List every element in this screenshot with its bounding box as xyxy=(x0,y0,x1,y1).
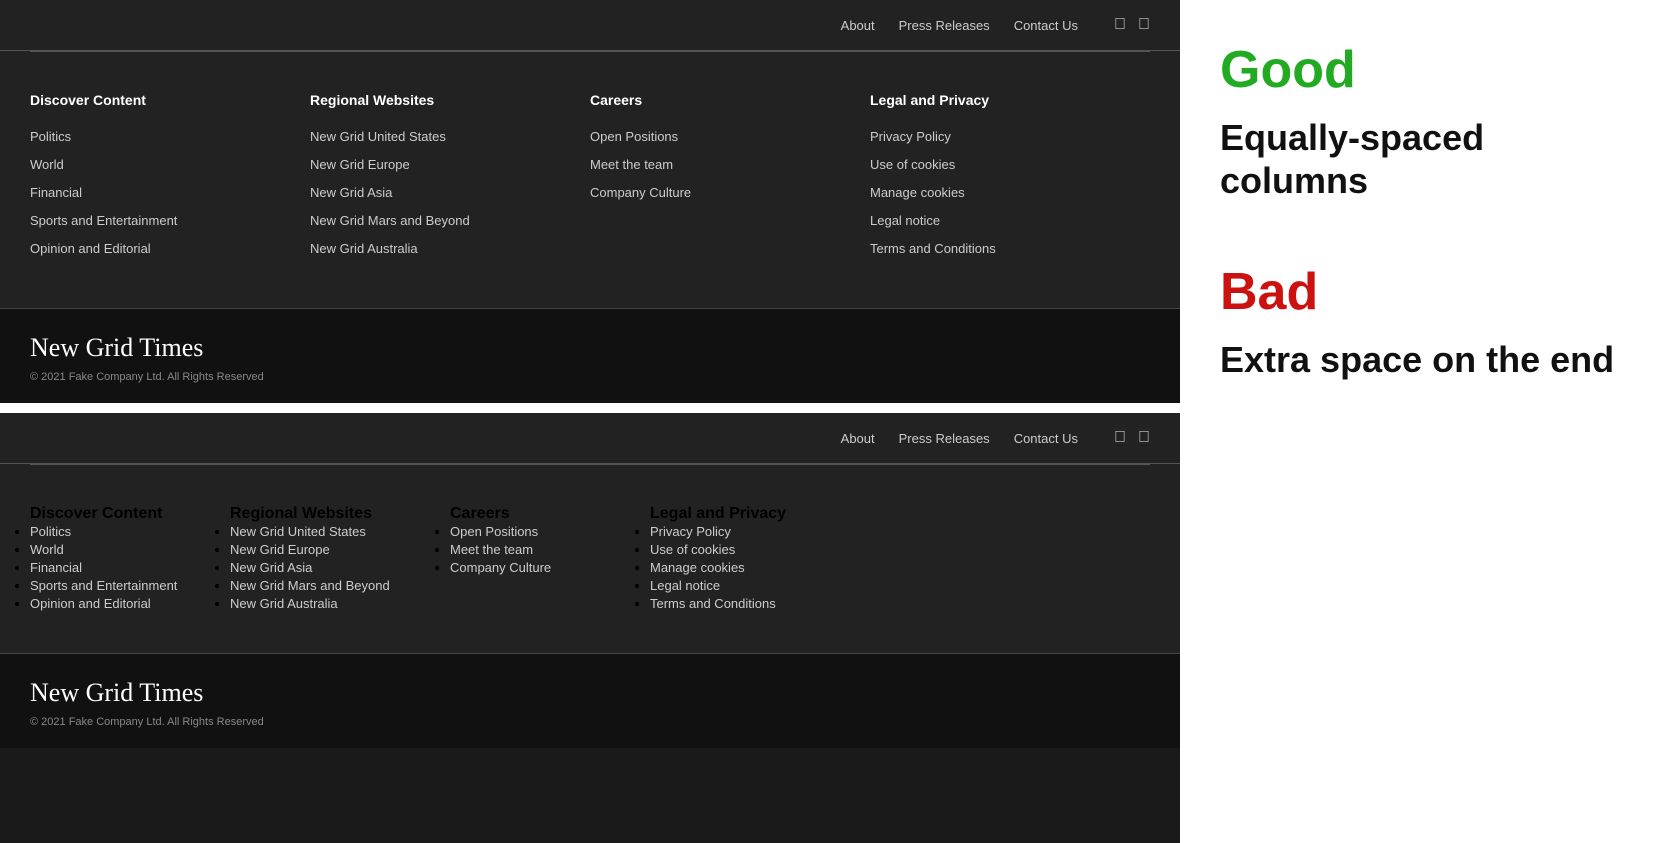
good-social-icons:   xyxy=(1114,16,1150,34)
list-item[interactable]: Use of cookies xyxy=(650,541,1150,559)
bad-twitter-icon[interactable]:  xyxy=(1138,429,1150,447)
section-gap xyxy=(0,403,1180,413)
list-item[interactable]: Financial xyxy=(30,184,310,202)
list-item[interactable]: World xyxy=(30,541,230,559)
list-item[interactable]: New Grid Mars and Beyond xyxy=(230,577,450,595)
bad-regional-heading: Regional Websites xyxy=(230,505,450,523)
good-brand-bar: New Grid Times © 2021 Fake Company Ltd. … xyxy=(0,308,1180,403)
list-item[interactable]: New Grid United States xyxy=(310,128,590,146)
bad-col-discover: Discover Content Politics World Financia… xyxy=(30,505,230,613)
bad-brand-logo: New Grid Times xyxy=(30,678,1150,708)
good-col-regional: Regional Websites New Grid United States… xyxy=(310,92,590,268)
list-item[interactable]: New Grid Asia xyxy=(230,559,450,577)
good-col-careers: Careers Open Positions Meet the team Com… xyxy=(590,92,870,268)
list-item[interactable]: Privacy Policy xyxy=(650,523,1150,541)
good-col-discover: Discover Content Politics World Financia… xyxy=(30,92,310,268)
bad-col-careers: Careers Open Positions Meet the team Com… xyxy=(450,505,650,613)
bad-facebook-icon[interactable]:  xyxy=(1114,429,1126,447)
bad-nav-press[interactable]: Press Releases xyxy=(899,431,990,446)
good-col-legal: Legal and Privacy Privacy Policy Use of … xyxy=(870,92,1150,268)
list-item[interactable]: Company Culture xyxy=(590,184,870,202)
good-discover-list: Politics World Financial Sports and Ente… xyxy=(30,128,310,258)
good-nav-contact[interactable]: Contact Us xyxy=(1014,18,1078,33)
list-item[interactable]: Open Positions xyxy=(450,523,650,541)
good-legal-heading: Legal and Privacy xyxy=(870,92,1150,108)
good-facebook-icon[interactable]:  xyxy=(1114,16,1126,34)
good-regional-heading: Regional Websites xyxy=(310,92,590,108)
list-item[interactable]: Manage cookies xyxy=(650,559,1150,577)
good-footer-columns: Discover Content Politics World Financia… xyxy=(0,52,1180,308)
list-item[interactable]: New Grid Europe xyxy=(230,541,450,559)
bad-col-legal: Legal and Privacy Privacy Policy Use of … xyxy=(650,505,1150,613)
list-item[interactable]: Privacy Policy xyxy=(870,128,1150,146)
good-regional-list: New Grid United States New Grid Europe N… xyxy=(310,128,590,258)
bad-regional-list: New Grid United States New Grid Europe N… xyxy=(230,523,450,613)
list-item[interactable]: Terms and Conditions xyxy=(650,595,1150,613)
list-item[interactable]: New Grid Australia xyxy=(230,595,450,613)
bad-social-icons:   xyxy=(1114,429,1150,447)
list-item[interactable]: New Grid Mars and Beyond xyxy=(310,212,590,230)
bad-discover-heading: Discover Content xyxy=(30,505,230,523)
bad-description: Extra space on the end xyxy=(1220,338,1633,381)
bad-legal-heading: Legal and Privacy xyxy=(650,505,1150,523)
good-legal-list: Privacy Policy Use of cookies Manage coo… xyxy=(870,128,1150,258)
bad-legal-list: Privacy Policy Use of cookies Manage coo… xyxy=(650,523,1150,613)
good-description: Equally-spaced columns xyxy=(1220,116,1633,202)
bad-discover-list: Politics World Financial Sports and Ente… xyxy=(30,523,230,613)
bad-brand-bar: New Grid Times © 2021 Fake Company Ltd. … xyxy=(0,653,1180,748)
good-nav-about[interactable]: About xyxy=(841,18,875,33)
left-panel: About Press Releases Contact Us   Disc… xyxy=(0,0,1180,843)
good-nav-bar: About Press Releases Contact Us   xyxy=(0,0,1180,51)
list-item[interactable]: Use of cookies xyxy=(870,156,1150,174)
list-item[interactable]: New Grid United States xyxy=(230,523,450,541)
list-item[interactable]: New Grid Australia xyxy=(310,240,590,258)
bad-nav-bar: About Press Releases Contact Us   xyxy=(0,413,1180,464)
bad-nav-about[interactable]: About xyxy=(841,431,875,446)
list-item[interactable]: Sports and Entertainment xyxy=(30,577,230,595)
list-item[interactable]: Meet the team xyxy=(450,541,650,559)
bad-copyright: © 2021 Fake Company Ltd. All Rights Rese… xyxy=(30,716,1150,728)
list-item[interactable]: New Grid Asia xyxy=(310,184,590,202)
list-item[interactable]: Sports and Entertainment xyxy=(30,212,310,230)
list-item[interactable]: Manage cookies xyxy=(870,184,1150,202)
list-item[interactable]: Politics xyxy=(30,523,230,541)
good-careers-list: Open Positions Meet the team Company Cul… xyxy=(590,128,870,202)
list-item[interactable]: Opinion and Editorial xyxy=(30,240,310,258)
list-item[interactable]: Opinion and Editorial xyxy=(30,595,230,613)
bad-careers-heading: Careers xyxy=(450,505,650,523)
good-brand-logo: New Grid Times xyxy=(30,333,1150,363)
right-panel: Good Equally-spaced columns Bad Extra sp… xyxy=(1180,0,1673,843)
good-label: Good xyxy=(1220,40,1633,100)
list-item[interactable]: Politics xyxy=(30,128,310,146)
bad-col-regional: Regional Websites New Grid United States… xyxy=(230,505,450,613)
list-item[interactable]: Open Positions xyxy=(590,128,870,146)
list-item[interactable]: World xyxy=(30,156,310,174)
bad-label: Bad xyxy=(1220,262,1633,322)
good-footer: About Press Releases Contact Us   Disc… xyxy=(0,0,1180,403)
list-item[interactable]: Meet the team xyxy=(590,156,870,174)
list-item[interactable]: Financial xyxy=(30,559,230,577)
list-item[interactable]: Company Culture xyxy=(450,559,650,577)
good-careers-heading: Careers xyxy=(590,92,870,108)
good-discover-heading: Discover Content xyxy=(30,92,310,108)
good-nav-press[interactable]: Press Releases xyxy=(899,18,990,33)
good-copyright: © 2021 Fake Company Ltd. All Rights Rese… xyxy=(30,371,1150,383)
bad-nav-contact[interactable]: Contact Us xyxy=(1014,431,1078,446)
bad-footer: About Press Releases Contact Us   Disc… xyxy=(0,413,1180,748)
list-item[interactable]: Legal notice xyxy=(870,212,1150,230)
bad-footer-columns: Discover Content Politics World Financia… xyxy=(0,465,1180,653)
list-item[interactable]: Terms and Conditions xyxy=(870,240,1150,258)
list-item[interactable]: New Grid Europe xyxy=(310,156,590,174)
good-twitter-icon[interactable]:  xyxy=(1138,16,1150,34)
bad-careers-list: Open Positions Meet the team Company Cul… xyxy=(450,523,650,577)
list-item[interactable]: Legal notice xyxy=(650,577,1150,595)
